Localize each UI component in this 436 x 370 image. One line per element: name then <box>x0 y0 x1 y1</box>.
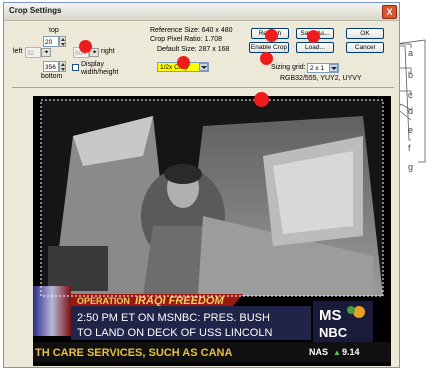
right-label: right <box>101 48 115 55</box>
callout-b: b <box>408 70 414 80</box>
crop-preset-dropdown-arrow[interactable] <box>199 63 208 71</box>
banner-title: IRAQI FREEDOM <box>135 295 224 307</box>
market-value: 9.14 <box>342 347 360 357</box>
market-name: NAS <box>309 347 328 357</box>
network-logo-bottom: NBC <box>319 325 348 340</box>
market-up-icon: ▲ <box>333 348 341 357</box>
annotation-dot <box>177 56 190 69</box>
callout-g: g <box>408 162 414 172</box>
divider <box>12 87 394 88</box>
display-label: Display <box>81 61 104 68</box>
sizing-grid-label: Sizing grid: <box>271 64 306 71</box>
bottom-spinner[interactable] <box>59 61 66 72</box>
callout-a: a <box>408 48 414 58</box>
ticker-text: TH CARE SERVICES, SUCH AS CANA <box>35 347 232 359</box>
load-button[interactable]: Load... <box>296 42 334 53</box>
left-input[interactable]: 32 <box>25 47 41 58</box>
close-button[interactable]: X <box>382 5 397 19</box>
top-spinner[interactable] <box>59 36 66 47</box>
enable-crop-button[interactable]: Enable Crop <box>249 42 289 53</box>
left-label: left <box>13 48 23 55</box>
ok-button[interactable]: OK <box>346 28 384 39</box>
left-stepper[interactable]: ◂▸ <box>41 48 51 57</box>
default-size-text: Default Size: 287 x 168 <box>157 46 230 53</box>
video-preview: OPERATION IRAQI FREEDOM 2:50 PM ET ON MS… <box>33 96 391 366</box>
reference-size-text: Reference Size: 640 x 480 <box>150 27 233 34</box>
banner-program: OPERATION <box>77 296 130 306</box>
display-width-height-checkbox[interactable] <box>72 64 79 71</box>
annotation-dot <box>79 40 92 53</box>
callout-e: e <box>408 125 414 135</box>
annotation-dot <box>307 30 320 43</box>
crop-pixel-ratio-text: Crop Pixel Ratio: 1.708 <box>150 36 222 43</box>
video-frame: OPERATION IRAQI FREEDOM 2:50 PM ET ON MS… <box>33 99 391 362</box>
top-label: top <box>49 27 59 34</box>
cancel-button[interactable]: Cancel <box>346 42 384 53</box>
network-logo-top: MS <box>319 307 342 324</box>
annotation-dot <box>265 29 278 42</box>
formats-text: RGB32/555, YUY2, UYVY <box>280 75 362 82</box>
bottom-input[interactable]: 356 <box>43 61 59 72</box>
window-title: Crop Settings <box>9 6 62 15</box>
callout-d: d <box>408 106 414 116</box>
top-input[interactable]: 20 <box>43 36 59 47</box>
title-bar: Crop Settings X <box>4 3 399 21</box>
sizing-grid-dropdown-arrow[interactable] <box>329 64 338 72</box>
callout-f: f <box>408 143 411 153</box>
annotation-dot <box>260 52 273 65</box>
headline-line-1: 2:50 PM ET ON MSNBC: PRES. BUSH <box>77 312 270 324</box>
annotation-dot <box>254 92 269 107</box>
callout-c: c <box>408 90 413 100</box>
bottom-label: bottom <box>41 73 63 80</box>
headline-line-2: TO LAND ON DECK OF USS LINCOLN <box>77 327 272 339</box>
width-height-label: width/height <box>81 69 119 76</box>
